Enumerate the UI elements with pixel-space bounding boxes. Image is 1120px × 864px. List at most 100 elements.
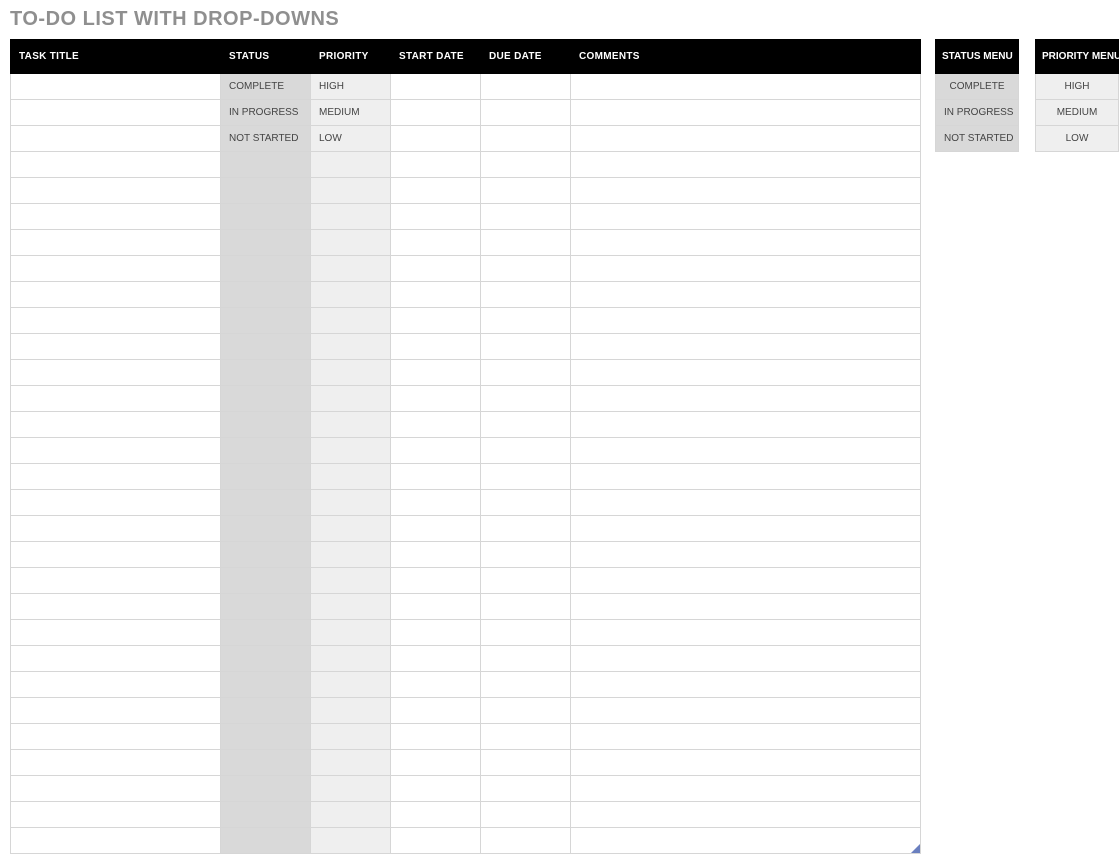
comments-cell[interactable] [571,152,921,178]
priority-cell[interactable] [311,646,391,672]
status-cell[interactable] [221,178,311,204]
start-date-cell[interactable] [391,126,481,152]
priority-cell[interactable] [311,594,391,620]
status-cell[interactable] [221,542,311,568]
task-title-cell[interactable] [11,828,221,854]
comments-cell[interactable] [571,516,921,542]
start-date-cell[interactable] [391,308,481,334]
status-cell[interactable] [221,646,311,672]
task-title-cell[interactable] [11,282,221,308]
status-cell[interactable] [221,750,311,776]
task-title-cell[interactable] [11,490,221,516]
priority-cell[interactable] [311,750,391,776]
due-date-cell[interactable] [481,308,571,334]
status-cell[interactable] [221,620,311,646]
priority-cell[interactable] [311,386,391,412]
comments-cell[interactable] [571,828,921,854]
priority-cell[interactable] [311,776,391,802]
status-cell[interactable] [221,360,311,386]
status-cell[interactable] [221,230,311,256]
start-date-cell[interactable] [391,802,481,828]
priority-cell[interactable] [311,724,391,750]
start-date-cell[interactable] [391,464,481,490]
priority-cell[interactable] [311,516,391,542]
due-date-cell[interactable] [481,620,571,646]
status-menu-item[interactable]: IN PROGRESS [936,100,1019,126]
comments-cell[interactable] [571,672,921,698]
comments-cell[interactable] [571,568,921,594]
comments-cell[interactable] [571,594,921,620]
due-date-cell[interactable] [481,438,571,464]
status-menu-item[interactable]: NOT STARTED [936,126,1019,152]
due-date-cell[interactable] [481,646,571,672]
task-title-cell[interactable] [11,464,221,490]
status-cell[interactable] [221,334,311,360]
priority-cell[interactable] [311,438,391,464]
start-date-cell[interactable] [391,386,481,412]
start-date-cell[interactable] [391,178,481,204]
task-title-cell[interactable] [11,74,221,100]
priority-cell[interactable] [311,620,391,646]
start-date-cell[interactable] [391,620,481,646]
comments-cell[interactable] [571,178,921,204]
due-date-cell[interactable] [481,256,571,282]
due-date-cell[interactable] [481,724,571,750]
priority-cell[interactable] [311,360,391,386]
comments-cell[interactable] [571,204,921,230]
task-title-cell[interactable] [11,178,221,204]
task-title-cell[interactable] [11,802,221,828]
task-title-cell[interactable] [11,230,221,256]
status-cell[interactable] [221,516,311,542]
due-date-cell[interactable] [481,386,571,412]
priority-cell[interactable] [311,230,391,256]
start-date-cell[interactable] [391,698,481,724]
start-date-cell[interactable] [391,412,481,438]
due-date-cell[interactable] [481,412,571,438]
start-date-cell[interactable] [391,282,481,308]
task-title-cell[interactable] [11,542,221,568]
due-date-cell[interactable] [481,100,571,126]
status-cell[interactable] [221,672,311,698]
start-date-cell[interactable] [391,74,481,100]
priority-cell[interactable] [311,308,391,334]
start-date-cell[interactable] [391,594,481,620]
comments-cell[interactable] [571,308,921,334]
start-date-cell[interactable] [391,152,481,178]
due-date-cell[interactable] [481,828,571,854]
status-cell[interactable] [221,568,311,594]
status-cell[interactable] [221,256,311,282]
status-cell[interactable] [221,724,311,750]
due-date-cell[interactable] [481,464,571,490]
task-title-cell[interactable] [11,646,221,672]
status-cell[interactable] [221,464,311,490]
task-title-cell[interactable] [11,594,221,620]
status-cell[interactable]: COMPLETE [221,74,311,100]
comments-cell[interactable] [571,412,921,438]
status-cell[interactable] [221,282,311,308]
status-cell[interactable]: NOT STARTED [221,126,311,152]
comments-cell[interactable] [571,724,921,750]
due-date-cell[interactable] [481,802,571,828]
status-cell[interactable] [221,412,311,438]
status-cell[interactable] [221,386,311,412]
priority-cell[interactable] [311,698,391,724]
task-title-cell[interactable] [11,152,221,178]
start-date-cell[interactable] [391,360,481,386]
start-date-cell[interactable] [391,568,481,594]
start-date-cell[interactable] [391,334,481,360]
due-date-cell[interactable] [481,204,571,230]
comments-cell[interactable] [571,230,921,256]
start-date-cell[interactable] [391,542,481,568]
due-date-cell[interactable] [481,672,571,698]
start-date-cell[interactable] [391,776,481,802]
task-title-cell[interactable] [11,334,221,360]
status-cell[interactable] [221,152,311,178]
due-date-cell[interactable] [481,542,571,568]
task-title-cell[interactable] [11,776,221,802]
priority-cell[interactable] [311,828,391,854]
status-cell[interactable] [221,776,311,802]
task-title-cell[interactable] [11,126,221,152]
due-date-cell[interactable] [481,698,571,724]
comments-cell[interactable] [571,646,921,672]
status-cell[interactable] [221,594,311,620]
